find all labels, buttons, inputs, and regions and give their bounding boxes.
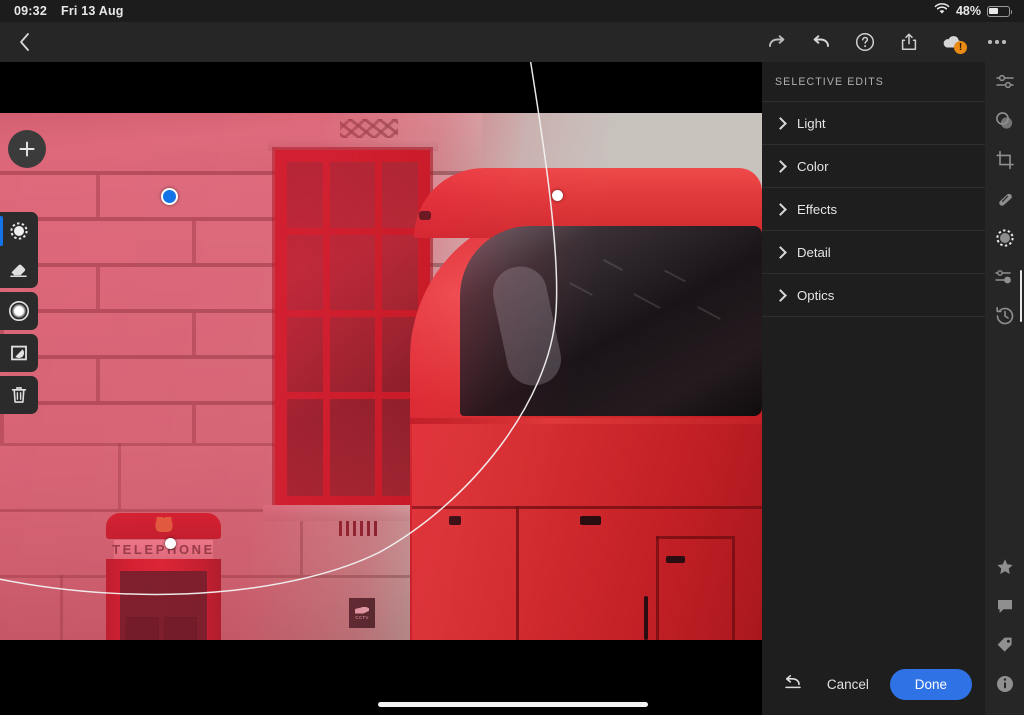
crop-tool[interactable] — [985, 140, 1024, 179]
cctv-sign: CCTV — [349, 598, 375, 628]
gradient-handle-lower[interactable] — [164, 537, 176, 549]
redo-button[interactable] — [760, 25, 794, 59]
rail-scrollbar[interactable] — [1019, 270, 1022, 322]
chevron-right-icon — [774, 159, 787, 173]
invert-mask-tool[interactable] — [0, 334, 38, 372]
presets-tool[interactable] — [985, 257, 1024, 296]
rating-star-button[interactable] — [985, 547, 1024, 586]
red-bus — [400, 168, 762, 640]
panel-section-effects[interactable]: Effects — [762, 188, 985, 231]
panel-title: SELECTIVE EDITS — [762, 62, 985, 102]
status-date: Fri 13 Aug — [60, 4, 124, 18]
more-options-button[interactable] — [980, 25, 1014, 59]
delete-mask-tool[interactable] — [0, 376, 38, 414]
panel-section-label: Light — [797, 115, 826, 131]
selective-edits-tool[interactable] — [985, 218, 1024, 257]
panel-footer: Cancel Done — [762, 653, 985, 715]
telephone-sign-text: TELEPHONE — [112, 542, 215, 557]
panel-section-light[interactable]: Light — [762, 102, 985, 145]
battery-icon — [987, 5, 1013, 17]
done-button[interactable]: Done — [889, 668, 972, 700]
status-time: 09:32 — [14, 4, 47, 18]
cloud-warning-badge: ! — [954, 41, 967, 54]
healing-brush-tool[interactable] — [985, 179, 1024, 218]
panel-section-detail[interactable]: Detail — [762, 231, 985, 274]
cloud-sync-button[interactable]: ! — [936, 25, 970, 59]
share-button[interactable] — [892, 25, 926, 59]
home-indicator[interactable] — [378, 702, 648, 707]
panel-section-optics[interactable]: Optics — [762, 274, 985, 317]
battery-percent-label: 48% — [955, 4, 981, 18]
versions-history-tool[interactable] — [985, 296, 1024, 335]
selective-edits-panel: SELECTIVE EDITS Light Color Effects Detail O… — [762, 62, 985, 715]
photo-canvas[interactable]: TELEPHONE CCTV — [0, 62, 762, 715]
edit-sliders-tool[interactable] — [985, 62, 1024, 101]
panel-section-label: Color — [797, 158, 829, 174]
telephone-box: TELEPHONE — [106, 513, 221, 640]
panel-section-label: Optics — [797, 287, 835, 303]
panel-section-label: Detail — [797, 244, 831, 260]
lightroom-editor-screen: 09:32 Fri 13 Aug 48% ! TELEPHONE CCTV SE… — [0, 0, 1024, 715]
reset-button[interactable] — [780, 671, 806, 697]
help-button[interactable] — [848, 25, 882, 59]
undo-button[interactable] — [804, 25, 838, 59]
chevron-right-icon — [774, 202, 787, 216]
panel-section-list: Light Color Effects Detail Optics — [762, 102, 985, 653]
comments-button[interactable] — [985, 586, 1024, 625]
back-button[interactable] — [8, 25, 42, 59]
panel-section-color[interactable]: Color — [762, 145, 985, 188]
eraser-tool[interactable] — [0, 250, 38, 288]
chevron-right-icon — [774, 245, 787, 259]
gradient-handle-upper[interactable] — [551, 189, 563, 201]
brush-tool[interactable] — [0, 212, 38, 250]
telephone-sign: TELEPHONE — [112, 540, 215, 559]
masking-tool[interactable] — [985, 101, 1024, 140]
chevron-right-icon — [774, 116, 787, 130]
info-button[interactable] — [985, 664, 1024, 703]
status-bar: 09:32 Fri 13 Aug 48% — [0, 0, 1024, 22]
add-mask-button[interactable] — [8, 130, 46, 168]
cancel-button[interactable]: Cancel — [827, 677, 869, 692]
radial-gradient-tool[interactable] — [0, 292, 38, 330]
crown-emblem — [155, 517, 172, 532]
mask-tool-strip — [0, 212, 38, 418]
panel-section-label: Effects — [797, 201, 838, 217]
top-toolbar: ! — [0, 22, 1024, 62]
edited-photo[interactable]: TELEPHONE CCTV — [0, 113, 762, 640]
keywords-button[interactable] — [985, 625, 1024, 664]
ellipsis-icon — [988, 40, 1006, 44]
mask-pin[interactable] — [160, 187, 178, 205]
tool-rail — [985, 62, 1024, 715]
wifi-icon — [934, 2, 950, 20]
chevron-right-icon — [774, 288, 787, 302]
